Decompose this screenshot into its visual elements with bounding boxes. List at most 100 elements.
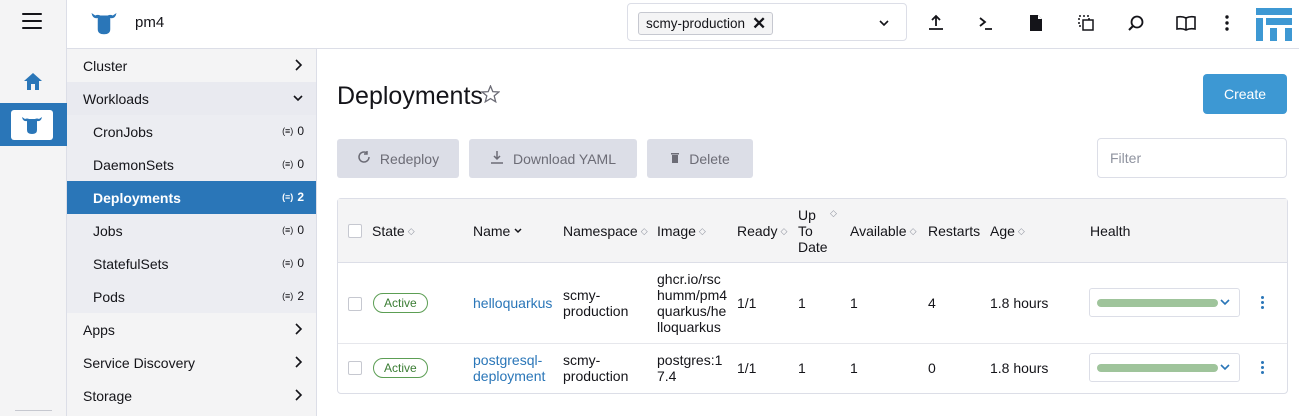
kubeconfig-download-icon[interactable]	[1025, 12, 1047, 34]
cluster-name: pm4	[135, 14, 165, 31]
menu-icon[interactable]	[22, 13, 42, 29]
more-vert-icon[interactable]	[1216, 12, 1238, 34]
nav-label: CronJobs	[93, 123, 153, 140]
column-namespace[interactable]: Namespace ◇	[563, 223, 648, 239]
nav-group-service-discovery[interactable]: Service Discovery	[67, 346, 316, 379]
age-cell: 1.8 hours	[990, 295, 1049, 311]
search-icon[interactable]	[1125, 12, 1147, 34]
deployment-name-link[interactable]: postgresql- deployment	[473, 352, 545, 384]
namespace-filter[interactable]: scmy-production ✕	[627, 3, 907, 41]
kubectl-shell-icon[interactable]	[975, 12, 997, 34]
column-image[interactable]: Image ◇	[657, 223, 706, 239]
sort-down-icon	[513, 223, 523, 239]
sort-icon: ◇	[830, 208, 837, 218]
namespace-cell: scmy- production	[563, 352, 628, 384]
create-button[interactable]: Create	[1203, 74, 1287, 114]
namespace-line: production	[563, 303, 629, 319]
chevron-right-icon	[292, 322, 304, 339]
column-available[interactable]: Available ◇	[850, 223, 916, 239]
sidebar-item-cronjobs[interactable]: CronJobs (≡) 0	[67, 115, 316, 148]
column-label: Restarts	[928, 223, 981, 239]
select-all-checkbox[interactable]	[348, 224, 362, 238]
sidebar-item-statefulsets[interactable]: StatefulSets (≡) 0	[67, 247, 316, 280]
chevron-right-icon	[292, 58, 304, 75]
health-dropdown[interactable]	[1089, 288, 1240, 317]
deployment-name-link[interactable]: helloquarkus	[473, 295, 552, 311]
sort-icon: ◇	[780, 225, 788, 236]
column-label: Date	[798, 239, 828, 255]
close-icon[interactable]: ✕	[752, 15, 766, 32]
health-dropdown[interactable]	[1089, 353, 1240, 382]
home-icon[interactable]	[23, 72, 43, 94]
filter-input[interactable]	[1097, 138, 1287, 178]
column-label: Age	[990, 223, 1015, 239]
column-state[interactable]: State ◇	[372, 223, 415, 239]
sidebar-item-daemonsets[interactable]: DaemonSets (≡) 0	[67, 148, 316, 181]
download-icon	[490, 150, 504, 167]
column-name[interactable]: Name	[473, 223, 523, 239]
name-line: deployment	[473, 368, 546, 384]
available-cell: 1	[850, 295, 858, 311]
cluster-logo-icon	[11, 110, 53, 140]
chevron-down-icon	[292, 91, 304, 108]
favorite-resource-icon: (≡)	[282, 126, 294, 136]
column-label: Image	[657, 223, 696, 239]
docs-icon[interactable]	[1175, 12, 1197, 34]
page-title: Deployments	[337, 82, 483, 110]
sidebar-item-jobs[interactable]: Jobs (≡) 0	[67, 214, 316, 247]
favorite-resource-icon: (≡)	[282, 291, 294, 301]
trash-icon	[670, 151, 680, 167]
column-restarts[interactable]: Restarts	[928, 223, 980, 239]
table-row: Active helloquarkus scmy- production ghc…	[338, 263, 1287, 344]
sidebar-item-pods[interactable]: Pods (≡) 2	[67, 280, 316, 313]
nav-group-workloads[interactable]: Workloads	[67, 82, 316, 115]
nav-label: StatefulSets	[93, 255, 169, 272]
age-cell: 1.8 hours	[990, 360, 1049, 376]
nav-label: Service Discovery	[83, 354, 196, 371]
up-to-date-cell: 1	[798, 295, 806, 311]
row-actions-icon[interactable]	[1261, 361, 1265, 376]
table-row: Active postgresql- deployment scmy- prod…	[338, 344, 1287, 393]
chevron-down-icon[interactable]	[878, 16, 890, 32]
copy-kubeconfig-icon[interactable]	[1075, 12, 1097, 34]
nav-group-storage[interactable]: Storage	[67, 379, 316, 412]
redeploy-button[interactable]: Redeploy	[337, 139, 459, 178]
star-icon[interactable]	[480, 84, 501, 106]
image-line: ghcr.io/rsc	[657, 271, 721, 287]
cluster-pm4-rail-item[interactable]	[0, 103, 67, 146]
import-yaml-icon[interactable]	[925, 12, 947, 34]
cluster-rail	[0, 0, 67, 416]
nav-label: Workloads	[83, 90, 149, 107]
restarts-cell: 4	[928, 295, 936, 311]
download-yaml-button[interactable]: Download YAML	[469, 139, 637, 178]
row-checkbox[interactable]	[348, 297, 362, 311]
row-checkbox[interactable]	[348, 361, 362, 375]
favorite-resource-icon: (≡)	[282, 225, 294, 235]
ready-cell: 1/1	[737, 295, 757, 311]
sidebar-item-deployments[interactable]: Deployments (≡) 2	[67, 181, 316, 214]
deployments-table: State ◇ Name Namespace ◇ Image ◇ Ready ◇ Up …	[337, 198, 1288, 394]
column-health: Health	[1090, 223, 1130, 239]
nav-group-apps[interactable]: Apps	[67, 313, 316, 346]
delete-button[interactable]: Delete	[647, 139, 753, 178]
chevron-down-icon	[1219, 360, 1231, 377]
resource-count: 2	[297, 289, 304, 303]
row-actions-icon[interactable]	[1261, 296, 1265, 311]
nav-group-cluster[interactable]: Cluster	[67, 49, 316, 82]
status-badge: Active	[373, 358, 428, 378]
column-ready[interactable]: Ready ◇	[737, 223, 787, 239]
available-cell: 1	[850, 360, 858, 376]
column-up-to-date[interactable]: Up To Date	[798, 207, 828, 255]
side-navigation: Cluster Workloads CronJobs (≡) 0 DaemonSe…	[67, 49, 317, 416]
namespace-chip[interactable]: scmy-production ✕	[638, 12, 774, 35]
resource-count: 0	[297, 223, 304, 237]
column-label: To	[798, 223, 813, 239]
sort-icon: ◇	[698, 225, 706, 236]
resource-count: 0	[297, 256, 304, 270]
resource-count: 2	[297, 190, 304, 204]
favorite-resource-icon: (≡)	[282, 258, 294, 268]
image-cell: postgres:1 7.4	[657, 352, 722, 384]
column-age[interactable]: Age ◇	[990, 223, 1025, 239]
chevron-right-icon	[292, 355, 304, 372]
nav-label: DaemonSets	[93, 156, 174, 173]
